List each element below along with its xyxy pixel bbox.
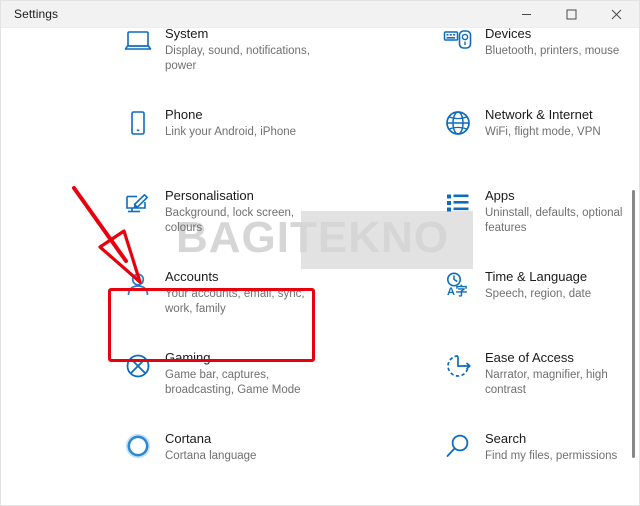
settings-tile-system[interactable]: System Display, sound, notifications, po… (109, 28, 327, 96)
list-icon (439, 187, 477, 228)
tile-subtitle: Uninstall, defaults, optional features (485, 207, 623, 234)
tile-title: Gaming (165, 350, 211, 365)
brush-monitor-icon (119, 187, 157, 228)
person-icon (119, 268, 157, 309)
tile-text: Cortana Cortana language (157, 430, 256, 464)
title-bar: Settings (1, 1, 639, 28)
tile-subtitle: Game bar, captures, broadcasting, Game M… (165, 369, 301, 396)
tile-subtitle: WiFi, flight mode, VPN (485, 126, 601, 138)
tile-subtitle: Find my files, permissions (485, 450, 618, 462)
keyboard-mouse-icon (439, 28, 477, 66)
tile-subtitle: Narrator, magnifier, high contrast (485, 369, 608, 396)
magnifier-icon (439, 430, 477, 471)
globe-icon (439, 106, 477, 147)
settings-tile-apps[interactable]: Apps Uninstall, defaults, optional featu… (429, 177, 639, 258)
tile-text: Accounts Your accounts, email, sync, wor… (157, 268, 315, 317)
tile-title: Accounts (165, 269, 219, 284)
cortana-ring-icon (119, 430, 157, 471)
tile-title: System (165, 28, 209, 41)
window-title: Settings (14, 7, 59, 21)
settings-tile-network-internet[interactable]: Network & Internet WiFi, flight mode, VP… (429, 96, 639, 177)
svg-text:字: 字 (456, 283, 468, 298)
tile-title: Cortana (165, 431, 212, 446)
clock-language-icon: A 字 (439, 268, 477, 309)
settings-tile-search[interactable]: Search Find my files, permissions (429, 420, 639, 501)
tile-text: Ease of Access Narrator, magnifier, high… (477, 349, 635, 398)
tile-subtitle: Background, lock screen, colours (165, 207, 295, 234)
phone-icon (119, 106, 157, 147)
settings-content: BAGITEKNO System Display, sound, notific… (1, 28, 639, 505)
window-controls (504, 1, 639, 28)
svg-text:A: A (447, 286, 455, 298)
tile-title: Ease of Access (485, 350, 574, 365)
settings-tile-grid: System Display, sound, notifications, po… (109, 28, 639, 501)
tile-title: Network & Internet (485, 107, 593, 122)
minimize-button[interactable] (504, 1, 549, 28)
tile-subtitle: Your accounts, email, sync, work, family (165, 288, 305, 315)
tile-text: Personalisation Background, lock screen,… (157, 187, 315, 236)
tile-title: Phone (165, 107, 203, 122)
tile-subtitle: Cortana language (165, 450, 257, 462)
settings-tile-devices[interactable]: Devices Bluetooth, printers, mouse (429, 28, 639, 96)
tile-title: Apps (485, 188, 515, 203)
tile-text: Gaming Game bar, captures, broadcasting,… (157, 349, 315, 398)
close-button[interactable] (594, 1, 639, 28)
tile-subtitle: Speech, region, date (485, 288, 592, 300)
tile-subtitle: Link your Android, iPhone (165, 126, 297, 138)
tile-title: Time & Language (485, 269, 588, 284)
tile-text: Phone Link your Android, iPhone (157, 106, 296, 140)
settings-tile-phone[interactable]: Phone Link your Android, iPhone (109, 96, 327, 177)
settings-tile-accounts[interactable]: Accounts Your accounts, email, sync, wor… (109, 258, 327, 339)
tile-text: Network & Internet WiFi, flight mode, VP… (477, 106, 601, 140)
settings-tile-cortana[interactable]: Cortana Cortana language (109, 420, 327, 501)
xbox-icon (119, 349, 157, 390)
tile-text: Devices Bluetooth, printers, mouse (477, 28, 619, 59)
settings-window: Settings BAGITEKNO System Display, sound… (0, 0, 640, 506)
tile-title: Devices (485, 28, 532, 41)
tile-title: Personalisation (165, 188, 254, 203)
settings-tile-ease-of-access[interactable]: Ease of Access Narrator, magnifier, high… (429, 339, 639, 420)
tile-subtitle: Bluetooth, printers, mouse (485, 45, 620, 57)
tile-text: Time & Language Speech, region, date (477, 268, 591, 302)
tile-text: Apps Uninstall, defaults, optional featu… (477, 187, 635, 236)
tile-text: Search Find my files, permissions (477, 430, 617, 464)
tile-title: Search (485, 431, 527, 446)
tile-subtitle: Display, sound, notifications, power (165, 45, 310, 72)
settings-tile-gaming[interactable]: Gaming Game bar, captures, broadcasting,… (109, 339, 327, 420)
monitor-icon (119, 28, 157, 66)
maximize-button[interactable] (549, 1, 594, 28)
accessibility-clock-icon (439, 349, 477, 390)
tile-text: System Display, sound, notifications, po… (157, 28, 315, 74)
settings-tile-time-language[interactable]: A 字 Time & Language Speech, region, date (429, 258, 639, 339)
settings-tile-personalisation[interactable]: Personalisation Background, lock screen,… (109, 177, 327, 258)
